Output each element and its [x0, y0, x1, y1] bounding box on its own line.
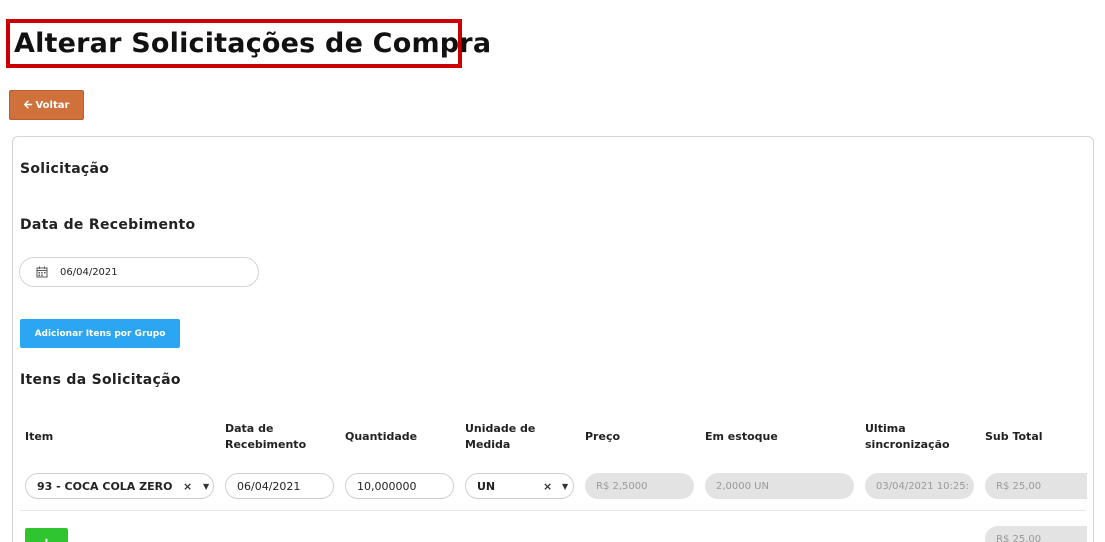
page-title: Alterar Solicitações de Compra: [14, 28, 492, 59]
clear-icon[interactable]: ×: [543, 480, 552, 493]
header-receive-date: Data de Recebimento: [225, 421, 306, 453]
add-items-by-group-button[interactable]: Adicionar Itens por Grupo: [20, 319, 180, 348]
items-title: Itens da Solicitação: [20, 372, 181, 388]
header-stock: Em estoque: [705, 430, 778, 443]
header-quantity: Quantidade: [345, 430, 418, 443]
header-receive-date-line1: Data de: [225, 422, 274, 435]
item-select-value: 93 - COCA COLA ZERO: [37, 479, 173, 493]
caret-down-icon[interactable]: ▼: [562, 482, 568, 491]
header-subtotal: Sub Total: [985, 430, 1043, 443]
back-button[interactable]: 🡨 Voltar: [9, 90, 84, 120]
receive-date-field[interactable]: 06/04/2021: [19, 257, 259, 287]
header-last-sync-line2: sincronização: [865, 438, 950, 451]
stock-field: 2,0000 UN: [705, 473, 854, 499]
quantity-input[interactable]: 10,000000: [345, 473, 454, 499]
calendar-icon: [36, 266, 48, 278]
arrow-left-icon: 🡨: [23, 97, 33, 111]
unit-select[interactable]: UN × ▼: [465, 473, 574, 499]
header-unit-line2: Medida: [465, 438, 511, 451]
header-last-sync: Ultima sincronização: [865, 421, 950, 453]
header-item: Item: [25, 430, 54, 443]
unit-select-value: UN: [477, 479, 496, 493]
receive-date-label: Data de Recebimento: [20, 217, 196, 233]
last-sync-field: 03/04/2021 10:25:: [865, 473, 974, 499]
receive-date-input[interactable]: 06/04/2021: [225, 473, 334, 499]
price-field: R$ 2,5000: [585, 473, 694, 499]
clear-icon[interactable]: ×: [183, 480, 192, 493]
receive-date-value: 06/04/2021: [60, 266, 118, 278]
header-unit-line1: Unidade de: [465, 422, 536, 435]
header-last-sync-line1: Ultima: [865, 422, 906, 435]
add-row-button[interactable]: +: [25, 528, 68, 542]
section-title: Solicitação: [20, 161, 110, 177]
header-price: Preço: [585, 430, 621, 443]
row-divider: [20, 510, 1086, 511]
item-select[interactable]: 93 - COCA COLA ZERO × ▼: [25, 473, 214, 499]
subtotal-field: R$ 25,00: [985, 473, 1087, 499]
total-field: R$ 25,00: [985, 526, 1087, 542]
back-button-label: Voltar: [35, 99, 70, 111]
header-unit: Unidade de Medida: [465, 421, 535, 453]
caret-down-icon[interactable]: ▼: [203, 482, 209, 491]
page-title-box: Alterar Solicitações de Compra: [6, 19, 491, 68]
header-receive-date-line2: Recebimento: [225, 438, 307, 451]
